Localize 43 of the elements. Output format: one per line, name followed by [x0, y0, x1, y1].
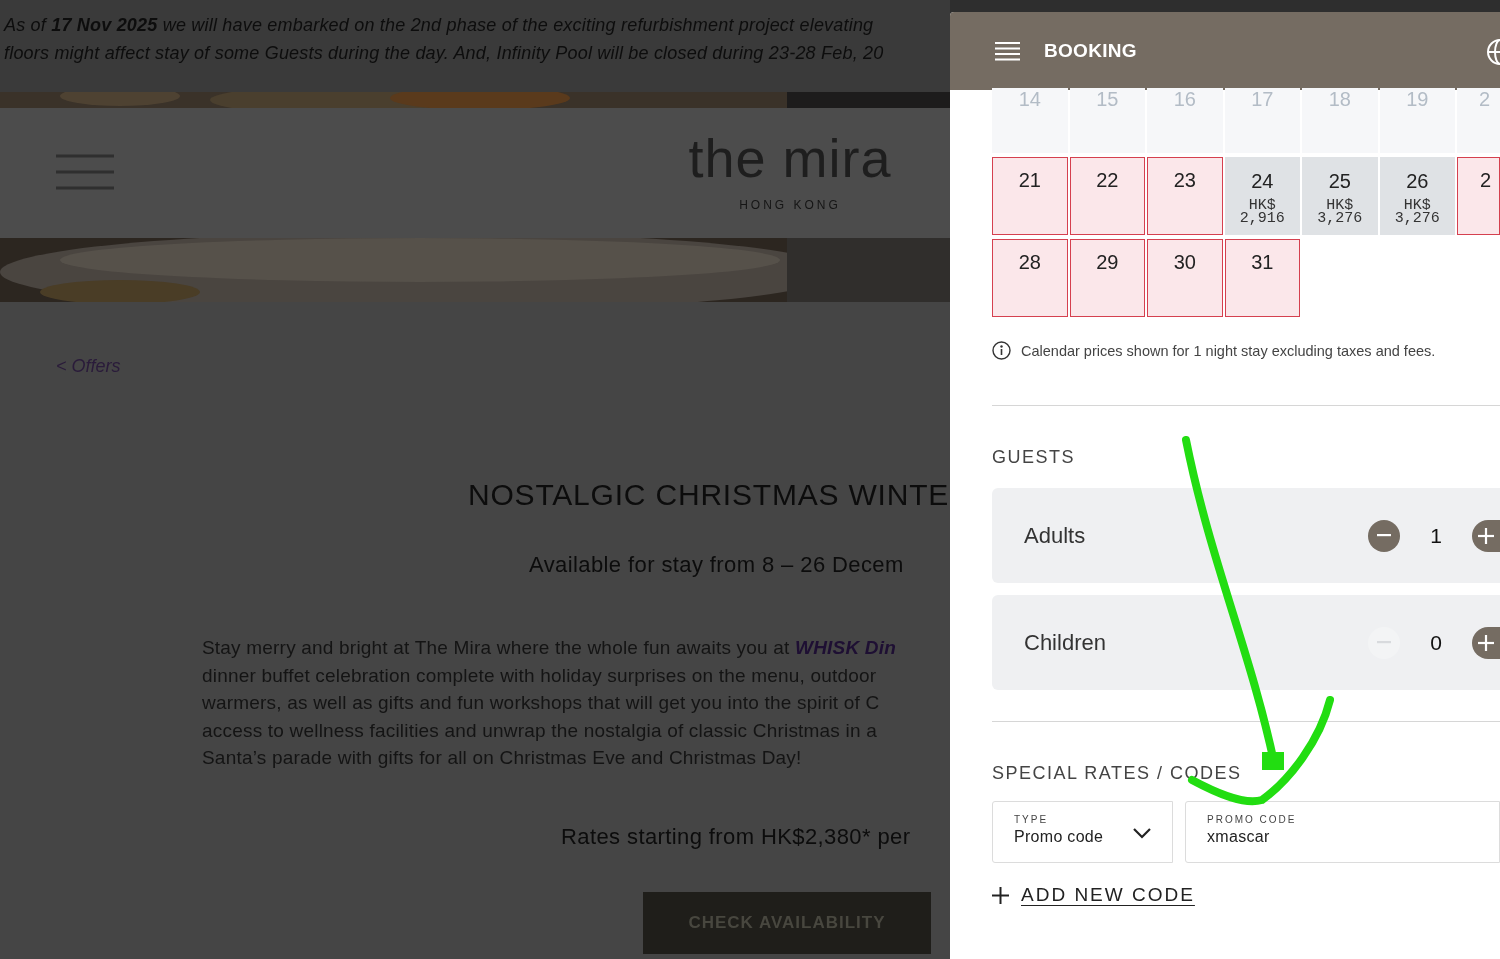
decrease-button[interactable] [1368, 519, 1400, 552]
plus-icon[interactable] [992, 886, 1009, 904]
add-new-code-link[interactable]: ADD NEW CODE [1021, 884, 1195, 906]
section-heading: GUESTS [992, 447, 1076, 468]
calendar-day-button[interactable]: 30 [1147, 239, 1223, 317]
minus-icon [1377, 534, 1391, 537]
rates-text: Rates starting from HK$2,380* per [561, 823, 912, 850]
calendar-day-button[interactable]: 2 [1457, 157, 1500, 235]
menu-icon[interactable] [995, 41, 1020, 61]
calendar-day: 16 [1147, 88, 1223, 153]
section-heading: SPECIAL RATES / CODES [992, 763, 1243, 784]
type-dropdown[interactable]: TYPE Promo code [992, 801, 1173, 863]
globe-icon[interactable] [1486, 37, 1500, 67]
calendar-day-button[interactable]: 26 HK$ 3,276 [1379, 157, 1455, 235]
info-icon [992, 341, 1011, 360]
calendar-day-button[interactable]: 31 [1224, 239, 1300, 317]
calendar-day-button[interactable]: 21 [992, 157, 1068, 235]
increase-button[interactable] [1472, 626, 1500, 659]
calendar-note: Calendar prices shown for 1 night stay excluding taxes and fees. [1021, 342, 1436, 359]
plus-icon [1476, 526, 1494, 545]
calendar-day-button[interactable]: 25 HK$ 3,276 [1302, 157, 1378, 235]
increase-button[interactable] [1472, 519, 1500, 552]
calendar-day-button[interactable]: 23 [1147, 157, 1223, 235]
offer-title: NOSTALGIC CHRISTMAS WINTE [468, 478, 950, 512]
guest-label: Adults [1024, 522, 1087, 549]
offer-subtitle: Available for stay from 8 – 26 Decem [529, 552, 905, 578]
calendar-day: 17 [1224, 88, 1300, 153]
promo-code-field[interactable]: PROMO CODE xmascar [1185, 801, 1500, 863]
calendar-day: 2 [1457, 88, 1500, 153]
panel-title: BOOKING [1044, 40, 1138, 62]
calendar-day-button[interactable]: 22 [1069, 157, 1145, 235]
calendar-day-button[interactable]: 24 HK$ 2,916 [1224, 157, 1300, 235]
calendar-day-button[interactable]: 28 [992, 239, 1068, 317]
calendar-day: 18 [1302, 88, 1378, 153]
calendar-day: 14 [992, 88, 1068, 153]
calendar-day: 19 [1379, 88, 1455, 153]
plus-icon [1476, 633, 1494, 652]
guest-count: 1 [1429, 523, 1443, 548]
calendar-day-button[interactable]: 29 [1069, 239, 1145, 317]
chevron-down-icon [1133, 828, 1151, 839]
guest-count: 0 [1429, 630, 1443, 655]
guest-label: Children [1024, 629, 1107, 656]
calendar-day: 15 [1069, 88, 1145, 153]
